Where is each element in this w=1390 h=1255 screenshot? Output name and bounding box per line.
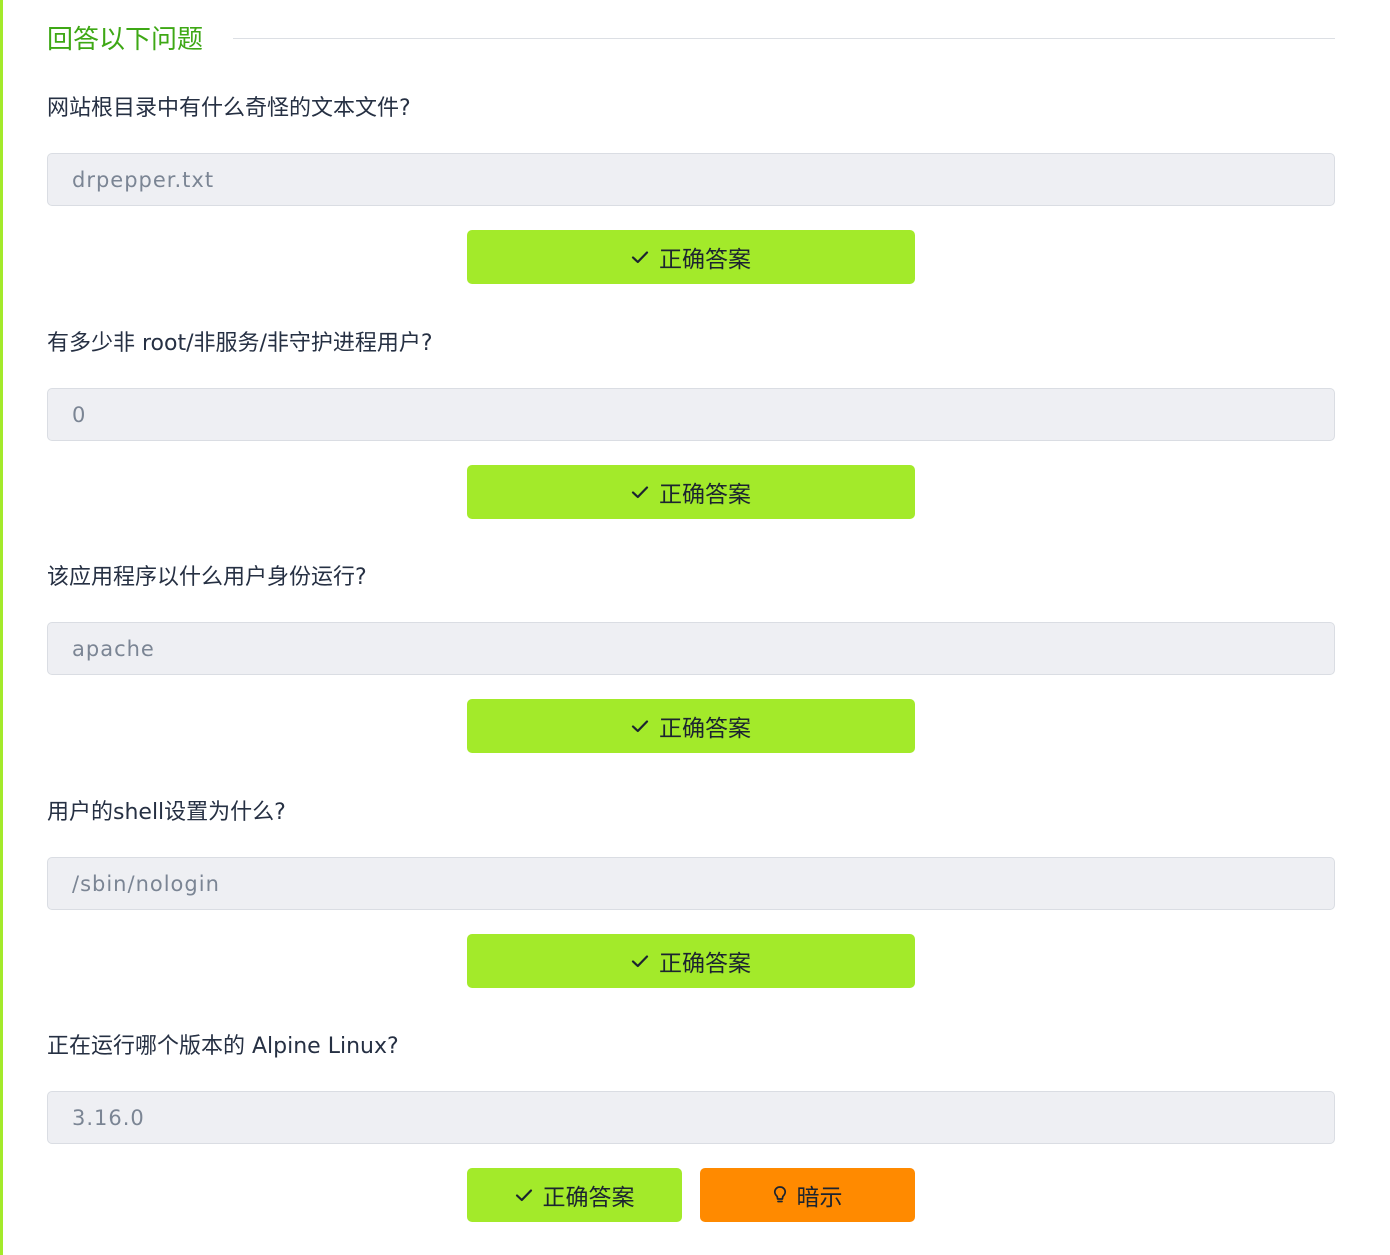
question-block-1: 网站根目录中有什么奇怪的文本文件? 正确答案 bbox=[47, 93, 1335, 293]
question-text: 网站根目录中有什么奇怪的文本文件? bbox=[47, 96, 411, 121]
left-accent-bar bbox=[0, 0, 3, 1255]
question-block-5: 正在运行哪个版本的 Alpine Linux? 正确答案 暗示 bbox=[47, 1031, 1335, 1231]
section-divider bbox=[233, 38, 1335, 39]
section-title: 回答以下问题 bbox=[47, 25, 204, 55]
section-header: 回答以下问题 bbox=[47, 22, 1335, 58]
answer-input[interactable] bbox=[48, 389, 1334, 440]
question-text: 该应用程序以什么用户身份运行? bbox=[47, 565, 367, 590]
question-text: 用户的shell设置为什么? bbox=[47, 800, 286, 825]
button-row: 正确答案 bbox=[47, 230, 1335, 284]
check-icon bbox=[631, 485, 649, 499]
answer-input[interactable] bbox=[48, 154, 1334, 205]
correct-answer-button[interactable]: 正确答案 bbox=[467, 465, 915, 519]
correct-answer-button[interactable]: 正确答案 bbox=[467, 1168, 682, 1222]
question-block-4: 用户的shell设置为什么? 正确答案 bbox=[47, 797, 1335, 997]
answer-field[interactable] bbox=[47, 1091, 1335, 1144]
answer-input[interactable] bbox=[48, 858, 1334, 909]
answer-field[interactable] bbox=[47, 622, 1335, 675]
hint-label: 暗示 bbox=[796, 1185, 843, 1211]
correct-answer-button[interactable]: 正确答案 bbox=[467, 230, 915, 284]
check-icon bbox=[515, 1188, 533, 1202]
question-text: 有多少非 root/非服务/非守护进程用户? bbox=[47, 331, 433, 356]
answer-field[interactable] bbox=[47, 153, 1335, 206]
check-icon bbox=[631, 250, 649, 264]
question-block-3: 该应用程序以什么用户身份运行? 正确答案 bbox=[47, 562, 1335, 762]
button-row: 正确答案 bbox=[47, 934, 1335, 988]
correct-answer-label: 正确答案 bbox=[659, 482, 751, 508]
correct-answer-button[interactable]: 正确答案 bbox=[467, 699, 915, 753]
correct-answer-label: 正确答案 bbox=[659, 716, 751, 742]
correct-answer-label: 正确答案 bbox=[659, 951, 751, 977]
hint-button[interactable]: 暗示 bbox=[700, 1168, 915, 1222]
correct-answer-label: 正确答案 bbox=[659, 247, 751, 273]
question-text: 正在运行哪个版本的 Alpine Linux? bbox=[47, 1034, 399, 1059]
question-block-2: 有多少非 root/非服务/非守护进程用户? 正确答案 bbox=[47, 328, 1335, 528]
button-row: 正确答案 暗示 bbox=[47, 1168, 1335, 1222]
correct-answer-label: 正确答案 bbox=[542, 1185, 635, 1211]
answer-field[interactable] bbox=[47, 857, 1335, 910]
button-row: 正确答案 bbox=[47, 699, 1335, 753]
answer-input[interactable] bbox=[48, 623, 1334, 674]
correct-answer-button[interactable]: 正确答案 bbox=[467, 934, 915, 988]
button-row: 正确答案 bbox=[47, 465, 1335, 519]
check-icon bbox=[631, 954, 649, 968]
check-icon bbox=[631, 719, 649, 733]
answer-input[interactable] bbox=[48, 1092, 1334, 1143]
lightbulb-icon bbox=[773, 1185, 787, 1205]
answer-field[interactable] bbox=[47, 388, 1335, 441]
